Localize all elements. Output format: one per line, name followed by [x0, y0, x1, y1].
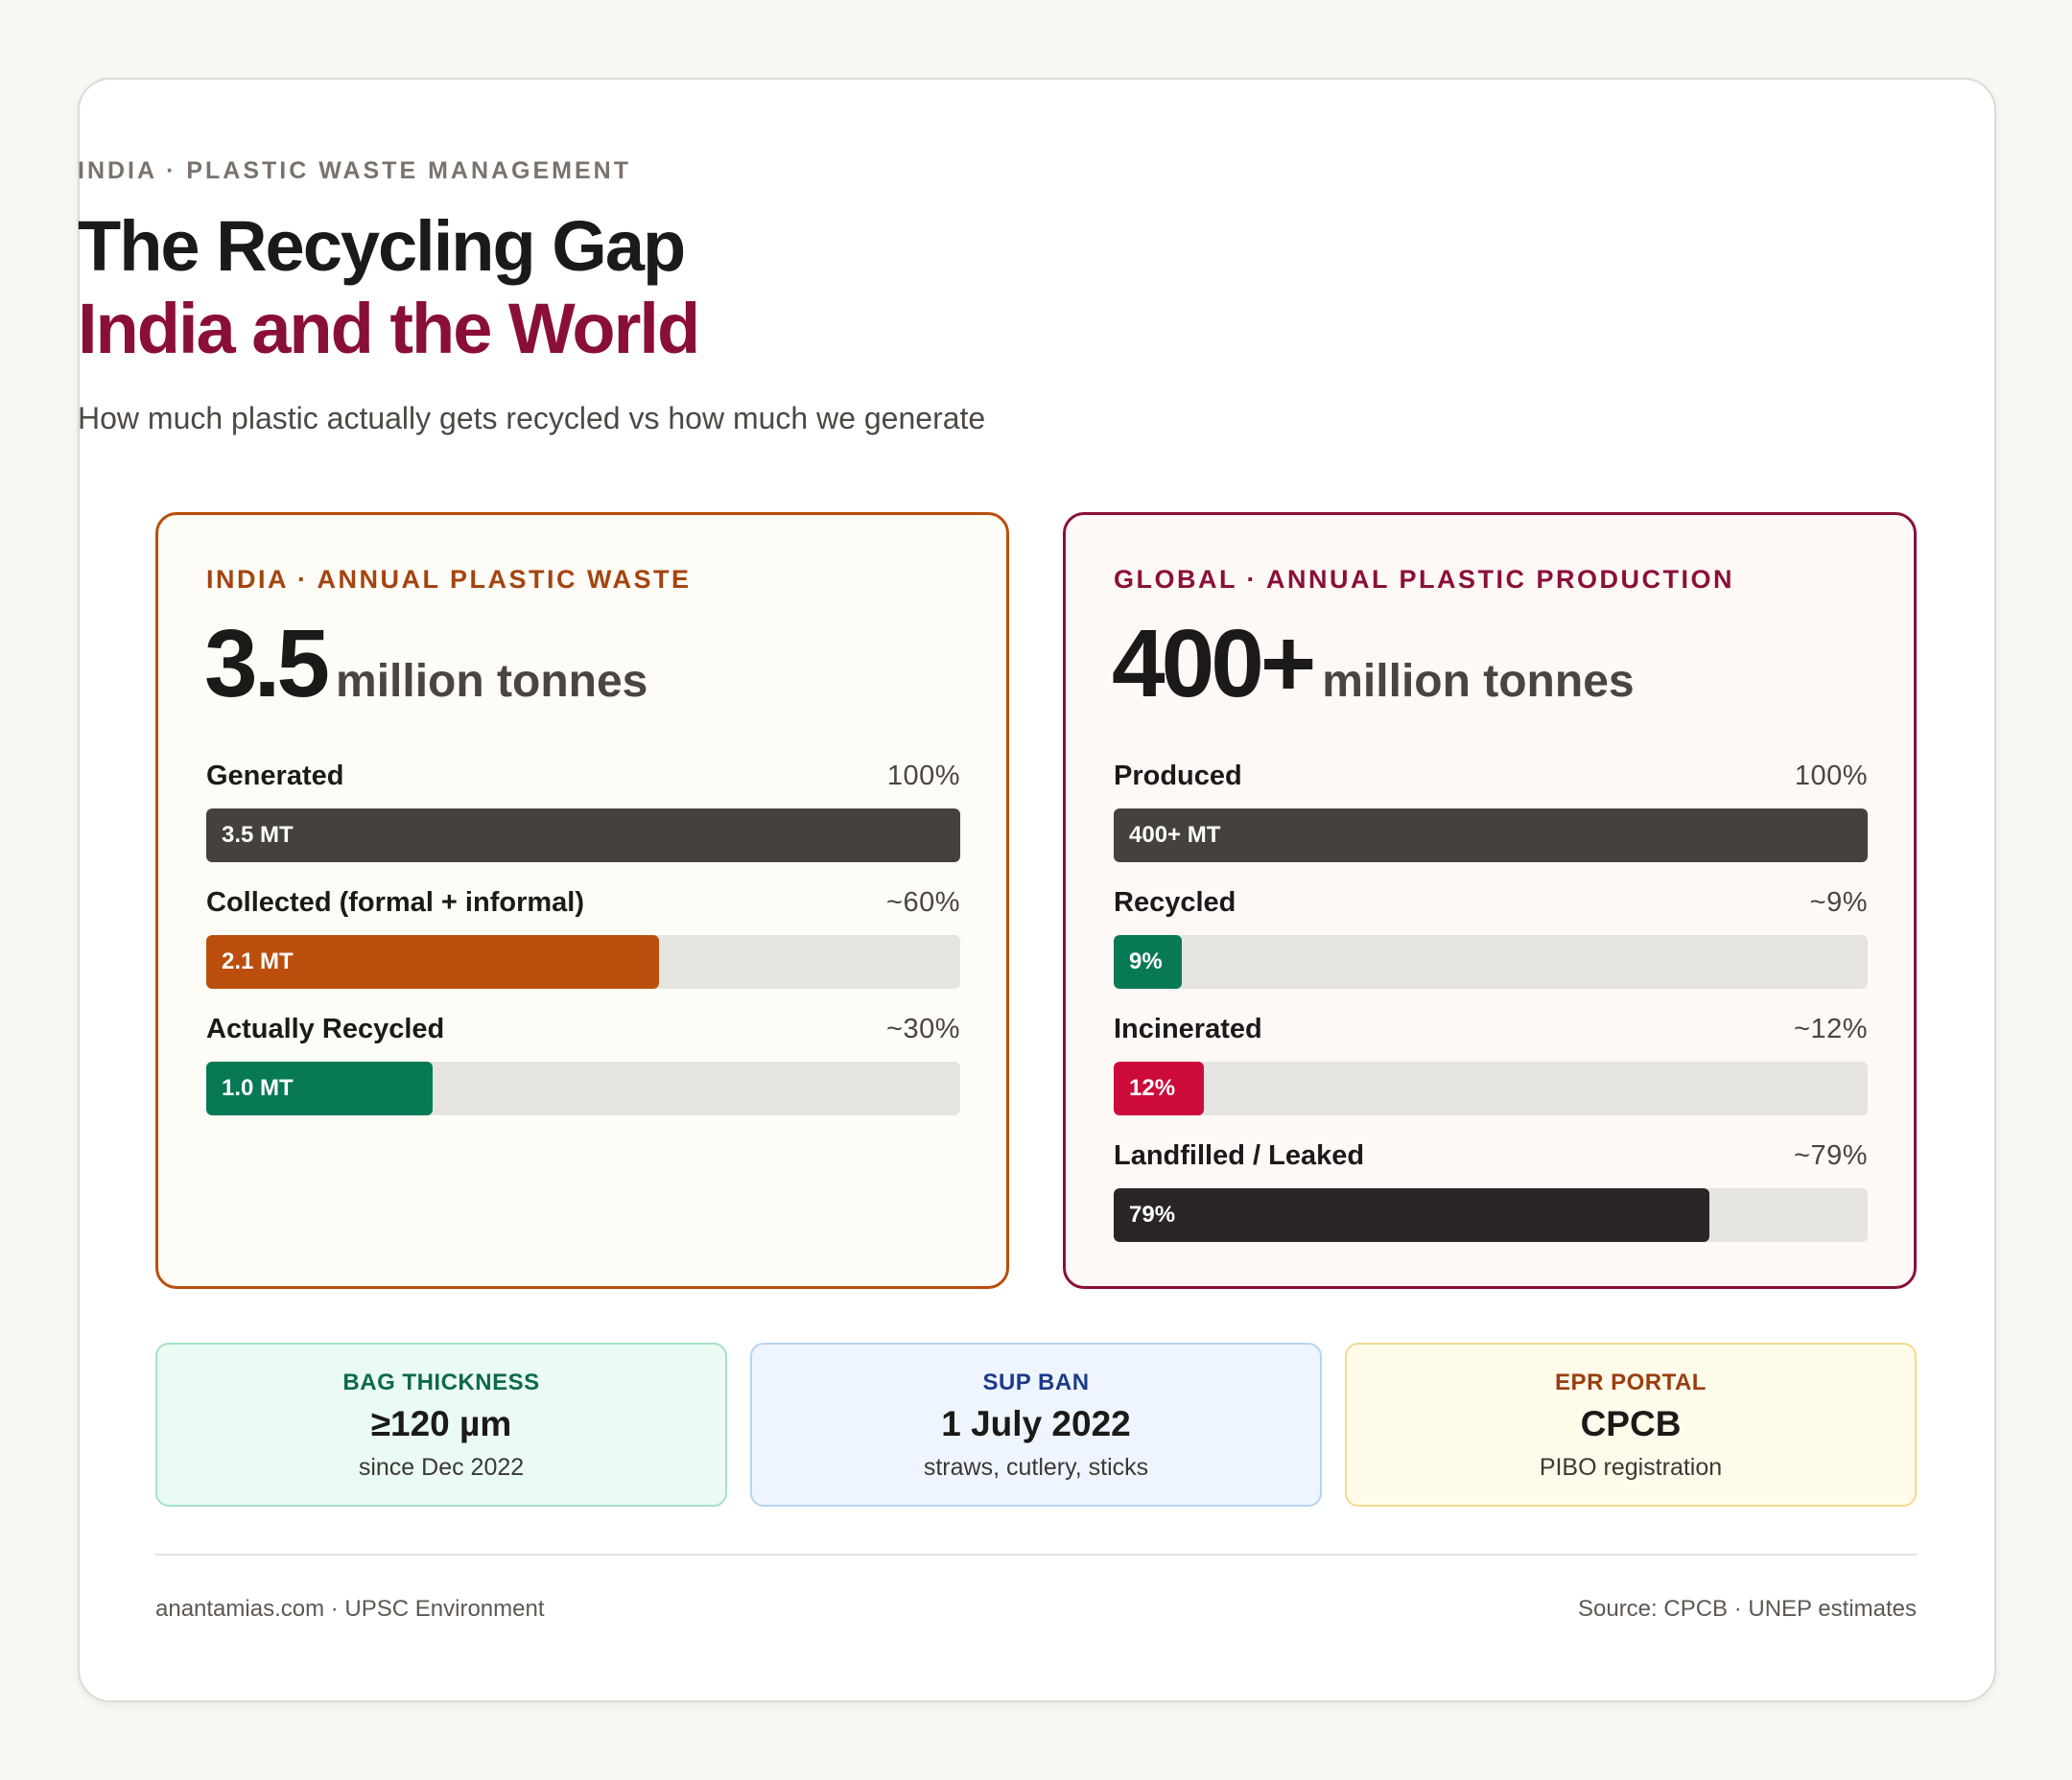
bar-fill: 79% — [1114, 1188, 1709, 1242]
bar-percent: 100% — [1794, 760, 1868, 791]
info-card-sup-ban: SUP BAN 1 July 2022 straws, cutlery, sti… — [750, 1343, 1322, 1507]
bar-name: Generated — [206, 760, 344, 791]
bar-name: Incinerated — [1114, 1013, 1262, 1044]
info-card-epr-portal: EPR PORTAL CPCB PIBO registration — [1345, 1343, 1917, 1507]
footer-divider — [155, 1554, 1917, 1556]
page-title-secondary: India and the World — [78, 289, 700, 368]
bar-percent: ~12% — [1794, 1013, 1868, 1044]
page-title: The Recycling Gap — [78, 206, 686, 286]
info-card-bag-thickness: BAG THICKNESS ≥120 µm since Dec 2022 — [155, 1343, 727, 1507]
global-unit: million tonnes — [1322, 656, 1635, 707]
bar-name: Recycled — [1114, 886, 1236, 918]
bar-row-incinerated: Incinerated ~12% 12% — [1114, 1008, 1868, 1115]
bar-row-collected: Collected (formal + informal) ~60% 2.1 M… — [206, 881, 960, 989]
global-panel-label: GLOBAL · ANNUAL PLASTIC PRODUCTION — [1114, 565, 1734, 594]
bar-track: 79% — [1114, 1188, 1868, 1242]
info-card-label: SUP BAN — [982, 1370, 1090, 1395]
india-big-number: 3.5 — [204, 610, 330, 717]
bar-fill: 1.0 MT — [206, 1062, 433, 1115]
bar-track: 9% — [1114, 935, 1868, 989]
bar-row-generated: Generated 100% 3.5 MT — [206, 755, 960, 862]
bar-fill: 3.5 MT — [206, 808, 960, 862]
india-panel-label: INDIA · ANNUAL PLASTIC WASTE — [206, 565, 692, 594]
india-panel: INDIA · ANNUAL PLASTIC WASTE 3.5 million… — [155, 512, 1009, 1289]
bar-fill: 2.1 MT — [206, 935, 659, 989]
bar-row-produced: Produced 100% 400+ MT — [1114, 755, 1868, 862]
bar-track: 2.1 MT — [206, 935, 960, 989]
bar-row-landfilled: Landfilled / Leaked ~79% 79% — [1114, 1135, 1868, 1242]
bar-percent: ~60% — [886, 886, 960, 918]
bar-fill: 9% — [1114, 935, 1182, 989]
bar-name: Collected (formal + informal) — [206, 886, 584, 918]
bar-percent: ~9% — [1809, 886, 1868, 918]
global-headline: 400+ million tonnes — [1112, 611, 1635, 716]
india-unit: million tonnes — [336, 656, 648, 707]
page-subtitle: How much plastic actually gets recycled … — [78, 401, 986, 435]
bar-value-label: 9% — [1129, 949, 1163, 974]
bar-value-label: 79% — [1129, 1202, 1176, 1228]
info-card-label: BAG THICKNESS — [342, 1370, 540, 1395]
info-card-value: CPCB — [1580, 1404, 1682, 1443]
bar-fill: 12% — [1114, 1062, 1204, 1115]
info-card-value: ≥120 µm — [370, 1404, 512, 1443]
bar-name: Landfilled / Leaked — [1114, 1139, 1365, 1171]
bar-percent: ~79% — [1794, 1139, 1868, 1171]
footer-source: Source: CPCB · UNEP estimates — [1577, 1596, 1917, 1622]
bar-track: 1.0 MT — [206, 1062, 960, 1115]
bar-value-label: 12% — [1129, 1075, 1176, 1101]
global-panel: GLOBAL · ANNUAL PLASTIC PRODUCTION 400+ … — [1063, 512, 1917, 1289]
eyebrow-label: INDIA · PLASTIC WASTE MANAGEMENT — [78, 157, 632, 184]
bar-value-label: 400+ MT — [1129, 822, 1221, 848]
bar-percent: 100% — [886, 760, 960, 791]
footer-credit: anantamias.com · UPSC Environment — [155, 1596, 545, 1622]
bar-track: 3.5 MT — [206, 808, 960, 862]
global-big-number: 400+ — [1112, 610, 1316, 717]
bar-value-label: 2.1 MT — [222, 949, 294, 974]
bar-row-recycled: Recycled ~9% 9% — [1114, 881, 1868, 989]
info-card-note: PIBO registration — [1539, 1454, 1723, 1481]
bar-name: Produced — [1114, 760, 1242, 791]
bar-row-recycled: Actually Recycled ~30% 1.0 MT — [206, 1008, 960, 1115]
bar-percent: ~30% — [886, 1013, 960, 1044]
info-card-value: 1 July 2022 — [941, 1404, 1131, 1443]
bar-fill: 400+ MT — [1114, 808, 1868, 862]
bar-value-label: 3.5 MT — [222, 822, 294, 848]
bar-track: 400+ MT — [1114, 808, 1868, 862]
india-headline: 3.5 million tonnes — [204, 611, 648, 716]
bar-track: 12% — [1114, 1062, 1868, 1115]
info-card-note: straws, cutlery, sticks — [923, 1454, 1149, 1481]
info-card-label: EPR PORTAL — [1555, 1370, 1707, 1395]
info-card-note: since Dec 2022 — [358, 1454, 525, 1481]
bar-name: Actually Recycled — [206, 1013, 445, 1044]
bar-value-label: 1.0 MT — [222, 1075, 294, 1101]
